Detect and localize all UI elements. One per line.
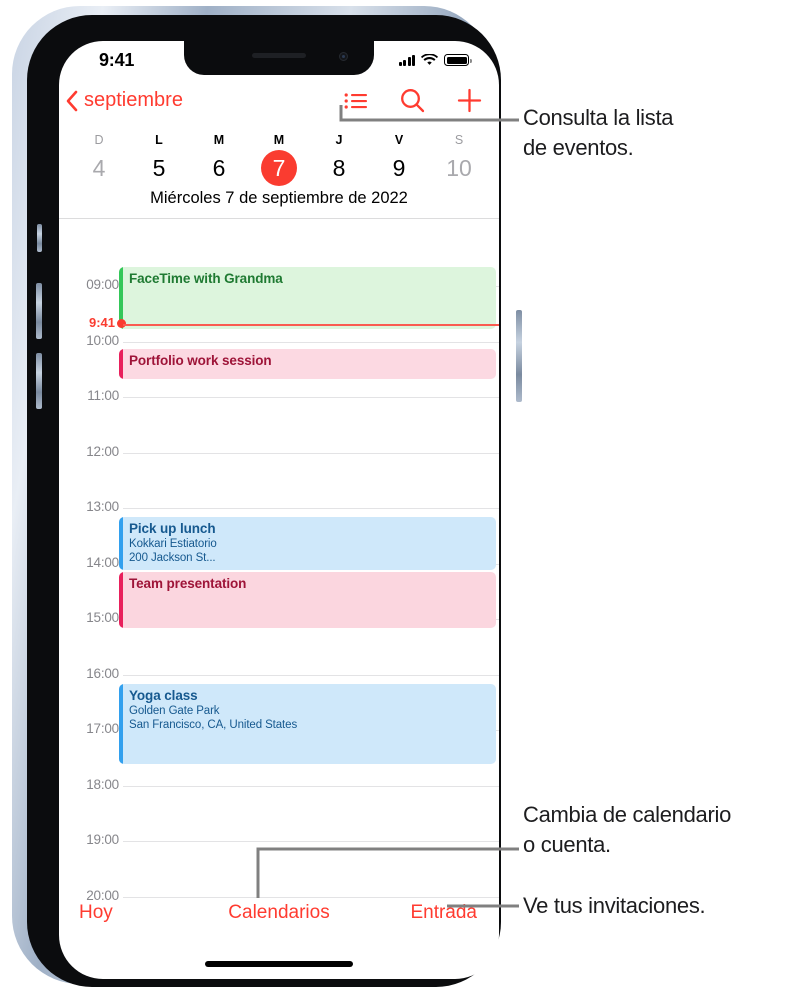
event-title: Team presentation <box>129 576 247 591</box>
day-number[interactable]: 10 <box>441 150 477 186</box>
calendar-event[interactable]: Yoga class Golden Gate Park San Francisco,… <box>119 684 496 764</box>
hour-gridline <box>123 397 499 398</box>
hour-label: 09:00 <box>86 277 119 292</box>
event-location: Golden Gate Park <box>129 705 220 717</box>
day-of-week-label: J <box>335 133 343 147</box>
calendar-event[interactable]: FaceTime with Grandma <box>119 267 496 329</box>
day-of-week-label: D <box>94 133 104 147</box>
event-title: Pick up lunch <box>129 521 216 536</box>
silent-switch[interactable] <box>37 224 42 252</box>
day-of-week-label: M <box>213 133 225 147</box>
day-number-row: 4 5 6 7 8 9 10 <box>59 149 499 187</box>
search-icon[interactable] <box>399 87 426 114</box>
event-color-bar <box>119 684 123 764</box>
day-number[interactable]: 5 <box>141 150 177 186</box>
back-button-label: septiembre <box>84 89 183 111</box>
day-number[interactable]: 4 <box>81 150 117 186</box>
hour-gridline <box>123 785 499 787</box>
list-view-icon[interactable] <box>343 88 369 114</box>
day-of-week-label: M <box>273 133 285 147</box>
phone-screen: 9:41 septiembre D L M M J V S 4 5 6 7 8 … <box>59 41 499 979</box>
hour-label: 18:00 <box>86 776 119 792</box>
callout-switch-calendar: Cambia de calendario o cuenta. <box>523 802 732 857</box>
hour-label: 14:00 <box>86 554 119 570</box>
day-cell[interactable]: 5 <box>129 149 189 187</box>
callout-list-events: Consulta la lista de eventos. <box>523 105 674 160</box>
battery-icon <box>444 54 472 66</box>
strip-divider <box>59 218 499 219</box>
day-timeline-grid[interactable]: 09:00 10:00 11:00 12:00 13:00 14:00 15:00 16:00… <box>59 259 499 913</box>
signal-bars-icon <box>398 54 415 66</box>
notch <box>184 41 374 75</box>
hour-label: 12:00 <box>86 443 119 459</box>
callout-view-invitations: Ve tus invitaciones. <box>523 893 706 918</box>
power-button[interactable] <box>516 310 522 402</box>
day-cell[interactable]: 7 <box>249 149 309 187</box>
volume-up-button[interactable] <box>36 283 42 339</box>
day-number[interactable]: 9 <box>381 150 417 186</box>
hour-gridline <box>123 341 499 343</box>
day-cell[interactable]: 4 <box>69 149 129 187</box>
calendars-button[interactable]: Calendarios <box>228 902 329 924</box>
today-button[interactable]: Hoy <box>79 902 113 924</box>
event-color-bar <box>119 517 123 570</box>
hour-label: 16:00 <box>86 665 119 681</box>
calendar-event[interactable]: Team presentation <box>119 572 496 628</box>
hour-label: 17:00 <box>86 721 119 736</box>
event-title: Portfolio work session <box>129 353 272 368</box>
phone-body: 9:41 septiembre D L M M J V S 4 5 6 7 8 … <box>27 15 522 987</box>
day-of-week-row: DLMMJVS <box>59 133 499 147</box>
nav-actions <box>343 87 483 114</box>
day-cell[interactable]: 8 <box>309 149 369 187</box>
selected-date-label: Miércoles 7 de septiembre de 2022 <box>150 189 408 207</box>
calendar-event[interactable]: Pick up lunch Kokkari Estiatorio 200 Jacks… <box>119 517 496 570</box>
day-number[interactable]: 8 <box>321 150 357 186</box>
chevron-left-icon <box>66 90 78 111</box>
day-cell[interactable]: 10 <box>429 149 489 187</box>
inbox-button[interactable]: Entrada <box>410 902 477 924</box>
hour-label: 10:00 <box>86 332 119 348</box>
hour-gridline <box>123 674 499 676</box>
status-bar-indicators <box>398 54 472 66</box>
home-indicator[interactable] <box>205 961 353 967</box>
hour-label: 19:00 <box>86 832 119 847</box>
current-time-label: 9:41 <box>88 314 115 330</box>
phone-frame: 9:41 septiembre D L M M J V S 4 5 6 7 8 … <box>12 6 522 987</box>
bottom-toolbar: Hoy Calendarios Entrada <box>59 891 499 935</box>
event-address: San Francisco, CA, United States <box>129 719 298 731</box>
event-color-bar <box>119 349 123 379</box>
earpiece-speaker <box>252 53 306 58</box>
hour-gridline <box>123 841 499 842</box>
day-cell[interactable]: 9 <box>369 149 429 187</box>
day-of-week-label: L <box>155 133 163 147</box>
hour-label: 15:00 <box>86 610 119 625</box>
day-number[interactable]: 6 <box>201 150 237 186</box>
day-cell[interactable]: 6 <box>189 149 249 187</box>
event-title: Yoga class <box>129 688 198 703</box>
event-address: 200 Jackson St... <box>129 552 216 564</box>
week-strip: D L M M J V S 4 5 6 7 8 9 10 Miércoles 7 de septiemb… <box>59 133 499 219</box>
hour-label: 11:00 <box>87 388 119 403</box>
front-camera <box>339 52 348 61</box>
navigation-bar: septiembre <box>59 87 499 127</box>
volume-down-button[interactable] <box>36 353 42 409</box>
wifi-icon <box>421 54 438 65</box>
day-number-selected[interactable]: 7 <box>261 150 297 186</box>
calendar-event[interactable]: Portfolio work session <box>119 349 496 379</box>
day-of-week-label: V <box>394 133 404 147</box>
status-bar-time: 9:41 <box>99 50 135 70</box>
plus-icon[interactable] <box>456 87 483 114</box>
current-time-line <box>123 323 499 326</box>
hour-gridline <box>123 508 499 509</box>
event-location: Kokkari Estiatorio <box>129 538 217 550</box>
back-to-september-button[interactable]: septiembre <box>65 89 183 112</box>
event-color-bar <box>119 572 123 628</box>
hour-label: 13:00 <box>86 499 119 514</box>
day-of-week-label: S <box>454 133 464 147</box>
hour-gridline <box>123 452 499 454</box>
event-title: FaceTime with Grandma <box>129 271 283 286</box>
